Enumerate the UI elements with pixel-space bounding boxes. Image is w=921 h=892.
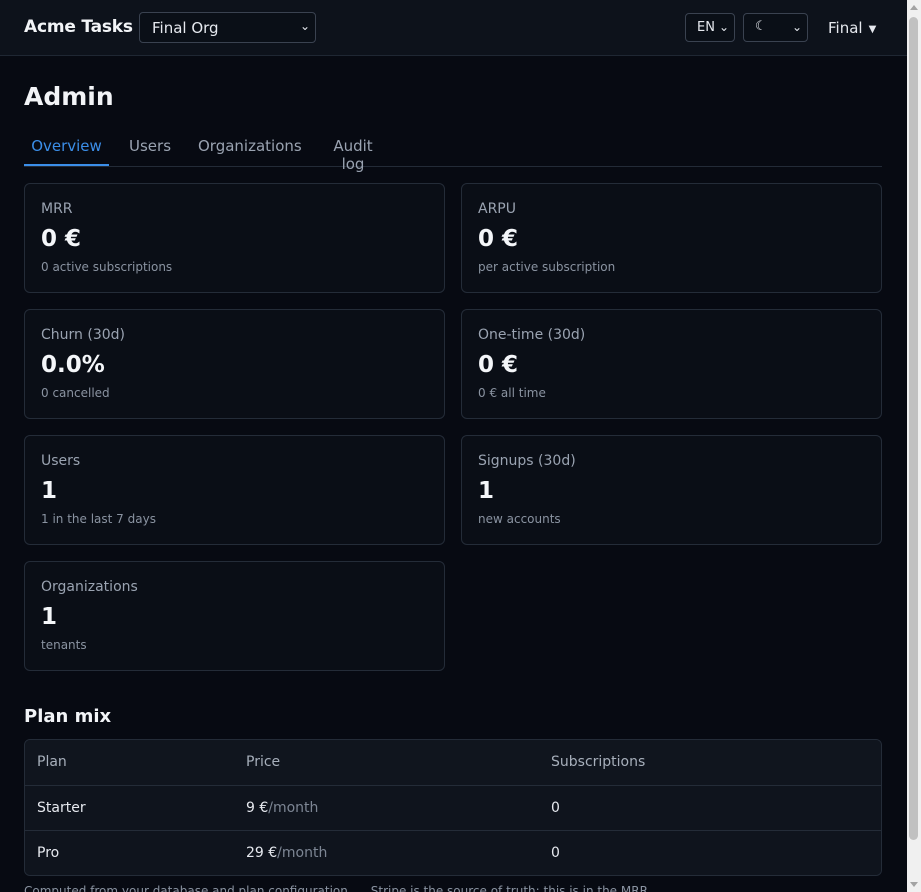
stat-subtext: 0 active subscriptions [41,260,173,274]
page-title: Admin [24,82,114,111]
scrollbar-thumb[interactable] [909,17,918,840]
plan-name: Starter [37,800,86,816]
stat-subtext: per active subscription [478,260,616,274]
organization-select[interactable]: Final Org ⌄ [139,12,316,43]
stat-label: MRR [41,201,73,217]
stat-subtext: 1 in the last 7 days [41,512,156,526]
stat-value: 1 [41,478,58,504]
user-menu-button[interactable]: Final ▼ [828,19,876,37]
stat-subtext: 0 cancelled [41,386,110,400]
stat-subtext: new accounts [478,512,561,526]
language-select[interactable]: EN ⌄ [685,13,735,42]
stat-value: 0 € [478,352,519,378]
scroll-down-arrow-icon[interactable] [910,882,918,887]
stat-card-churn: Churn (30d) 0.0% 0 cancelled [24,309,445,419]
price-period: /month [268,800,319,816]
stat-label: Users [41,453,81,469]
stat-subtext: 0 € all time [478,386,546,400]
plan-mix-footnote: Computed from your database and plan con… [24,884,652,892]
plan-subscriptions: 0 [551,845,560,861]
stat-label: One-time (30d) [478,327,586,343]
price-amount: 9 € [246,800,269,816]
tab-audit-log[interactable]: Audit log [322,128,384,173]
stat-value: 0.0% [41,352,105,378]
stat-card-users: Users 1 1 in the last 7 days [24,435,445,545]
organization-select-value: Final Org [152,19,219,37]
stat-value: 0 € [41,226,82,252]
chevron-down-icon: ⌄ [299,19,310,33]
column-header-plan: Plan [37,754,67,770]
table-row: Pro 29 €/month 0 [25,830,881,875]
stat-label: Organizations [41,579,138,595]
theme-moon-icon: ☾ [755,19,767,34]
stat-label: Signups (30d) [478,453,576,469]
scroll-up-arrow-icon[interactable] [910,5,918,10]
language-select-value: EN [697,20,715,35]
stat-label: ARPU [478,201,516,217]
stat-card-mrr: MRR 0 € 0 active subscriptions [24,183,445,293]
tab-users[interactable]: Users [129,128,171,166]
chevron-down-icon: ⌄ [718,20,729,34]
chevron-down-icon: ⌄ [791,20,802,34]
caret-down-icon: ▼ [868,24,877,35]
column-header-price: Price [246,754,281,770]
plan-mix-table: Plan Price Subscriptions Starter 9 €/mon… [24,739,882,876]
plan-name: Pro [37,845,60,861]
tab-overview[interactable]: Overview [24,128,109,166]
stat-value: 1 [478,478,495,504]
price-amount: 29 € [246,845,278,861]
plan-mix-title: Plan mix [24,706,112,727]
vertical-scrollbar[interactable] [907,0,921,892]
stat-card-organizations: Organizations 1 tenants [24,561,445,671]
column-header-subscriptions: Subscriptions [551,754,646,770]
user-menu-label: Final [828,19,863,37]
table-row: Starter 9 €/month 0 [25,785,881,830]
plan-subscriptions: 0 [551,800,560,816]
app-brand[interactable]: Acme Tasks [24,17,133,37]
price-period: /month [277,845,328,861]
table-header-row: Plan Price Subscriptions [25,740,881,785]
plan-price: 9 €/month [246,800,318,816]
stat-card-signups: Signups (30d) 1 new accounts [461,435,882,545]
admin-tabs: Overview Users Organizations Audit log [24,128,882,173]
plan-price: 29 €/month [246,845,327,861]
stat-card-one-time: One-time (30d) 0 € 0 € all time [461,309,882,419]
top-navbar: Acme Tasks Final Org ⌄ EN ⌄ ☾ ⌄ Final ▼ [0,0,907,56]
stat-subtext: tenants [41,638,87,652]
tab-organizations[interactable]: Organizations [198,128,302,166]
stat-value: 1 [41,604,58,630]
theme-select[interactable]: ☾ ⌄ [743,13,808,42]
stat-value: 0 € [478,226,519,252]
stat-label: Churn (30d) [41,327,125,343]
stat-card-arpu: ARPU 0 € per active subscription [461,183,882,293]
